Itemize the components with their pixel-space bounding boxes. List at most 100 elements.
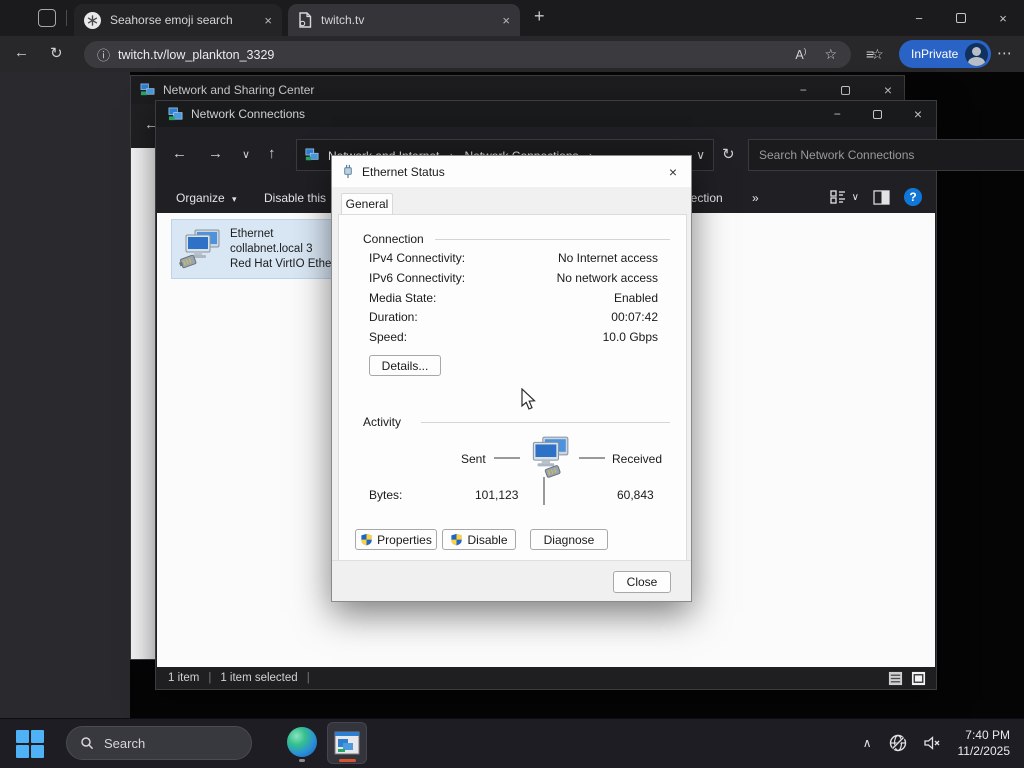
sent-label: Sent [461,452,486,466]
organize-menu[interactable]: Organize ▾ [176,191,237,205]
bytes-divider [543,477,545,505]
explorer-refresh-button[interactable]: ↻ [722,145,735,163]
nsc-title: Network and Sharing Center [163,83,315,97]
details-view-icon[interactable] [888,671,903,686]
chatgpt-swirl-icon [84,11,101,29]
close-tab-icon[interactable]: × [264,13,272,28]
browser-window-controls: − × [898,0,1024,36]
general-tab-page: Connection IPv4 Connectivity: No Internet… [338,214,687,563]
duration-label: Duration: [369,310,418,324]
explorer-forward-button[interactable]: → [208,145,223,162]
screen: Seahorse emoji search × twitch.tv × + − … [0,0,1024,768]
dialog-tabs: General [332,187,691,214]
dialog-close-icon[interactable]: × [669,164,677,180]
command-overflow-chevron[interactable]: » [752,191,759,205]
taskbar-search[interactable]: Search [66,726,252,760]
browser-back-button[interactable]: ← [14,44,29,61]
hidden-icons-chevron[interactable]: ∧ [863,736,872,750]
help-icon[interactable]: ? [904,188,922,206]
nsc-close-button[interactable]: × [884,82,892,98]
tab-title: Seahorse emoji search [110,13,233,27]
browser-menu-icon[interactable]: ⋯ [997,44,1012,62]
dialog-titlebar[interactable]: Ethernet Status × [332,156,691,187]
connection-name: Ethernet [230,227,274,240]
ipv4-value: No Internet access [557,251,658,265]
ncw-titlebar[interactable]: Network Connections − × [156,101,936,127]
properties-button[interactable]: Properties [355,529,437,550]
mouse-cursor [520,387,538,417]
tab-actions-menu-icon[interactable] [38,9,56,27]
new-tab-button[interactable]: + [534,6,545,27]
tab-general[interactable]: General [341,193,393,214]
explorer-up-button[interactable]: ↑ [268,145,276,162]
document-icon [298,12,312,28]
profile-avatar [965,42,989,66]
read-aloud-icon[interactable]: A) [795,47,806,62]
nsc-maximize-button[interactable] [840,85,850,95]
taskbar-search-label: Search [104,735,146,751]
system-tray: ∧ 7:40 PM 11/2/2025 [863,718,1024,768]
address-dropdown-icon[interactable]: ∨ [696,148,705,162]
diagnose-button[interactable]: Diagnose [530,529,608,550]
clock-time: 7:40 PM [965,728,1010,742]
tab-seahorse-emoji-search[interactable]: Seahorse emoji search × [74,4,282,36]
twitch-sidebar [0,72,130,718]
disable-button[interactable]: Disable [442,529,516,550]
browser-refresh-button[interactable]: ↻ [50,44,63,62]
speed-value: 10.0 Gbps [602,330,658,344]
ncw-title: Network Connections [191,107,306,121]
site-info-icon[interactable]: ⓘ [97,45,110,64]
favorite-star-icon[interactable]: ☆ [824,46,837,63]
bytes-sent-value: 101,123 [475,488,519,502]
inprivate-label: InPrivate [911,47,959,61]
explorer-status-bar: 1 item | 1 item selected | [156,667,936,689]
duration-value: 00:07:42 [611,310,658,324]
browser-minimize-button[interactable]: − [898,0,940,36]
disable-device-command[interactable]: Disable this [264,191,326,205]
favorites-hub-icon[interactable]: ≡☆ [866,46,884,63]
address-bar[interactable]: ⓘ twitch.tv/low_plankton_3329 A) ☆ [84,41,851,68]
breadcrumb-location-icon [305,148,319,162]
recent-locations-icon[interactable]: ∨ [242,148,250,161]
ethernet-status-dialog: Ethernet Status × General Connection IPv… [331,155,692,602]
tab-twitch[interactable]: twitch.tv × [288,4,520,36]
network-app-taskbar-icon[interactable] [327,722,367,764]
close-tab-icon[interactable]: × [502,13,510,28]
view-mode-icon[interactable]: ∨ [830,189,859,205]
activity-computers-icon [525,434,571,480]
details-button[interactable]: Details... [369,355,441,376]
preview-pane-icon[interactable] [873,189,890,205]
browser-maximize-button[interactable] [940,0,982,36]
close-button[interactable]: Close [613,571,671,593]
bytes-label: Bytes: [369,488,403,502]
tab-separator [66,10,67,26]
ncw-close-button[interactable]: × [914,106,922,122]
search-icon [80,736,94,750]
ncw-maximize-button[interactable] [872,109,882,119]
uac-shield-icon [361,533,372,546]
explorer-back-button[interactable]: ← [172,145,187,162]
volume-muted-icon[interactable] [922,733,942,753]
connection-device: Red Hat VirtIO Ether [230,257,336,270]
ipv6-label: IPv6 Connectivity: [369,271,466,285]
network-sharing-center-icon [140,83,155,98]
network-connections-icon [168,107,183,122]
nsc-minimize-button[interactable]: − [800,83,807,97]
taskbar-clock[interactable]: 7:40 PM 11/2/2025 [958,727,1011,759]
ncw-minimize-button[interactable]: − [834,107,841,121]
thumbnail-view-icon[interactable] [911,671,926,686]
ipv4-label: IPv4 Connectivity: [369,251,466,265]
connection-network: collabnet.local 3 [230,242,313,255]
organize-caret-icon: ▾ [232,194,237,204]
network-no-internet-icon[interactable] [888,733,908,753]
ethernet-connection-item[interactable]: Ethernet collabnet.local 3 Red Hat VirtI… [171,219,339,279]
inprivate-badge[interactable]: InPrivate [899,40,992,68]
browser-toolbar: ← ↻ ⓘ twitch.tv/low_plankton_3329 A) ☆ ≡… [0,36,1024,72]
edge-taskbar-icon[interactable] [287,727,317,757]
explorer-search-box[interactable]: Search Network Connections [748,139,1024,171]
start-button[interactable] [16,730,44,758]
clock-date: 11/2/2025 [957,744,1011,758]
speed-label: Speed: [369,330,408,344]
browser-close-button[interactable]: × [982,0,1024,36]
received-label: Received [612,452,663,466]
